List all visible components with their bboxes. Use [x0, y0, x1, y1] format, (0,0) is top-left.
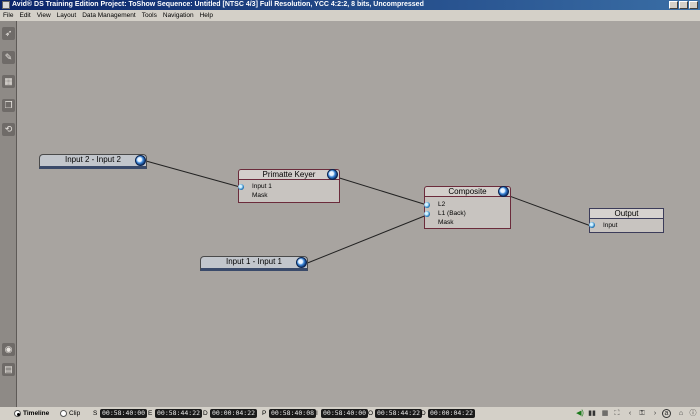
- checker-icon[interactable]: ▦: [600, 409, 610, 418]
- output-port-input-label: Input: [603, 222, 618, 229]
- timecode-label-io-duration: D: [421, 410, 426, 417]
- window-title: Avid® DS Training Edition Project: ToSho…: [12, 1, 424, 8]
- window-title-bar: Avid® DS Training Edition Project: ToSho…: [0, 0, 700, 10]
- scroll-right-icon[interactable]: ›: [650, 409, 660, 418]
- key-icon[interactable]: ⚿: [637, 409, 647, 418]
- wire-input2-to-primatte[interactable]: [145, 160, 241, 188]
- timecode-label-in: I: [316, 410, 318, 417]
- primatte-keyer-title: Primatte Keyer: [238, 169, 340, 180]
- output-ports: Input: [589, 219, 664, 233]
- clip-label: Clip: [69, 410, 81, 417]
- primatte-port-mask-label: Mask: [252, 192, 268, 199]
- wire-composite-to-output[interactable]: [503, 193, 592, 227]
- input1-node[interactable]: Input 1 - Input 1: [200, 256, 308, 271]
- timecode-in[interactable]: 00:58:40:00: [321, 409, 369, 418]
- menu-layout[interactable]: Layout: [57, 10, 77, 21]
- node-graph-canvas[interactable]: Input 2 - Input 2 Input 1 - Input 1 Prim…: [17, 21, 700, 407]
- audio-meter-icon[interactable]: ▮▮: [587, 409, 597, 418]
- timecode-label-end: E: [148, 410, 153, 417]
- primatte-output-port[interactable]: [327, 169, 338, 180]
- primatte-keyer-ports: Input 1 Mask: [238, 180, 340, 203]
- lock-icon[interactable]: ⌂: [676, 409, 686, 418]
- close-button[interactable]: [689, 1, 698, 9]
- speaker-icon[interactable]: ◀): [575, 409, 585, 418]
- input2-node-title: Input 2 - Input 2: [39, 154, 147, 169]
- input1-node-title: Input 1 - Input 1: [200, 256, 308, 271]
- menu-tools[interactable]: Tools: [142, 10, 157, 21]
- wire-input1-to-composite[interactable]: [304, 214, 428, 265]
- view-tool-icon[interactable]: ▤: [2, 363, 15, 376]
- pointer-tool-icon[interactable]: ➶: [2, 27, 15, 40]
- timecode-label-position: P: [262, 410, 267, 417]
- settings-tool-icon[interactable]: ◉: [2, 343, 15, 356]
- paint-tool-icon[interactable]: ✎: [2, 51, 15, 64]
- input2-node[interactable]: Input 2 - Input 2: [39, 154, 147, 169]
- input2-output-port[interactable]: [135, 155, 146, 166]
- input1-output-port[interactable]: [296, 257, 307, 268]
- primatte-keyer-node[interactable]: Primatte Keyer Input 1 Mask: [238, 169, 340, 203]
- timecode-label-duration: D: [203, 410, 208, 417]
- rotate-tool-icon[interactable]: ⟲: [2, 123, 15, 136]
- composite-l1-port[interactable]: [424, 211, 430, 217]
- left-toolbar: ➶ ✎ ▦ ❐ ⟲ ◉ ▤: [0, 21, 17, 407]
- a-button-icon[interactable]: a: [662, 409, 671, 418]
- composite-node[interactable]: Composite L2 L1 (Back) Mask: [424, 186, 511, 229]
- composite-output-port[interactable]: [498, 186, 509, 197]
- composite-ports: L2 L1 (Back) Mask: [424, 197, 511, 229]
- primatte-input1-port[interactable]: [238, 184, 244, 190]
- clip-radio[interactable]: [60, 410, 67, 417]
- timecode-label-out: O: [368, 410, 374, 417]
- timecode-label-start: S: [93, 410, 98, 417]
- composite-port-l1-back-label: L1 (Back): [438, 210, 466, 217]
- primatte-port-input1-label: Input 1: [252, 183, 272, 190]
- maximize-button[interactable]: [679, 1, 688, 9]
- status-bar: Timeline Clip S 00:58:40:00 E 00:58:44:2…: [0, 407, 700, 420]
- timecode-end[interactable]: 00:58:44:22: [155, 409, 203, 418]
- menu-edit[interactable]: Edit: [19, 10, 30, 21]
- timecode-duration[interactable]: 00:00:04:22: [210, 409, 258, 418]
- timecode-start[interactable]: 00:58:40:00: [100, 409, 148, 418]
- menu-file[interactable]: File: [3, 10, 13, 21]
- fullscreen-icon[interactable]: ⛶: [612, 409, 622, 418]
- output-node[interactable]: Output Input: [589, 208, 664, 233]
- composite-port-mask-label: Mask: [438, 219, 454, 226]
- menu-help[interactable]: Help: [200, 10, 213, 21]
- scroll-left-icon[interactable]: ‹: [625, 409, 635, 418]
- info-icon[interactable]: ⓘ: [688, 409, 698, 418]
- output-title: Output: [589, 208, 664, 219]
- timecode-out[interactable]: 00:58:44:22: [375, 409, 423, 418]
- composite-l2-port[interactable]: [424, 202, 430, 208]
- layers-tool-icon[interactable]: ❐: [2, 99, 15, 112]
- app-icon[interactable]: [2, 1, 10, 9]
- menu-view[interactable]: View: [37, 10, 51, 21]
- output-input-port[interactable]: [589, 222, 595, 228]
- timecode-position[interactable]: 00:58:40:08: [269, 409, 317, 418]
- grid-tool-icon[interactable]: ▦: [2, 75, 15, 88]
- timecode-io-duration[interactable]: 00:00:04:22: [428, 409, 476, 418]
- menu-navigation[interactable]: Navigation: [163, 10, 194, 21]
- minimize-button[interactable]: [669, 1, 678, 9]
- timeline-label: Timeline: [23, 410, 50, 417]
- wire-primatte-to-composite[interactable]: [332, 175, 428, 206]
- composite-port-l2-label: L2: [438, 201, 446, 208]
- menu-data-management[interactable]: Data Management: [82, 10, 135, 21]
- menu-bar: File Edit View Layout Data Management To…: [0, 10, 700, 21]
- timeline-radio[interactable]: [14, 410, 21, 417]
- window-controls: [669, 1, 698, 9]
